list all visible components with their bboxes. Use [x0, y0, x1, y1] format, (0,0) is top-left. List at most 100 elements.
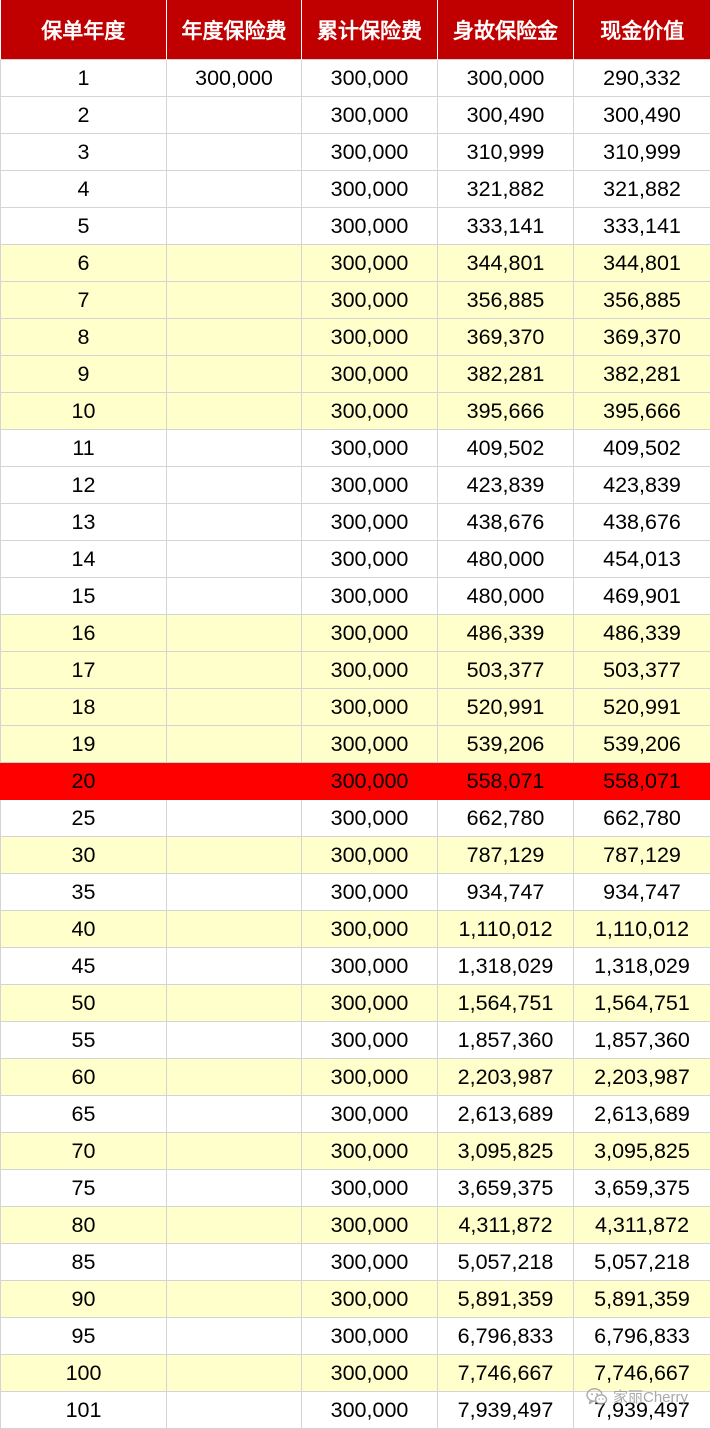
cell-policy-year: 12	[0, 466, 167, 504]
table-row: 80 300,000 4,311,872 4,311,872	[0, 1206, 710, 1244]
cell-policy-year: 55	[0, 1021, 167, 1059]
table-row: 12 300,000 423,839 423,839	[0, 466, 710, 504]
cell-cash-value: 2,203,987	[573, 1058, 710, 1096]
table-row: 18 300,000 520,991 520,991	[0, 688, 710, 726]
cell-annual-premium	[166, 466, 302, 504]
cell-death-benefit: 300,490	[437, 96, 574, 134]
cell-death-benefit: 2,203,987	[437, 1058, 574, 1096]
cell-cash-value: 290,332	[573, 59, 710, 97]
cell-cash-value: 409,502	[573, 429, 710, 467]
cell-cumulative-premium: 300,000	[301, 503, 438, 541]
cell-cash-value: 382,281	[573, 355, 710, 393]
cell-policy-year: 100	[0, 1354, 167, 1392]
cell-death-benefit: 558,071	[437, 762, 574, 800]
cell-policy-year: 35	[0, 873, 167, 911]
cell-policy-year: 7	[0, 281, 167, 319]
table-row: 101 300,000 7,939,497 7,939,497	[0, 1391, 710, 1429]
cell-cash-value: 356,885	[573, 281, 710, 319]
cell-policy-year: 95	[0, 1317, 167, 1355]
table-row: 45 300,000 1,318,029 1,318,029	[0, 947, 710, 985]
cell-cash-value: 469,901	[573, 577, 710, 615]
cell-policy-year: 3	[0, 133, 167, 171]
cell-annual-premium	[166, 1391, 302, 1429]
cell-cash-value: 344,801	[573, 244, 710, 282]
cell-cumulative-premium: 300,000	[301, 1095, 438, 1133]
cell-cash-value: 5,057,218	[573, 1243, 710, 1281]
cell-cumulative-premium: 300,000	[301, 1354, 438, 1392]
cell-policy-year: 14	[0, 540, 167, 578]
cell-cumulative-premium: 300,000	[301, 577, 438, 615]
table-row: 5 300,000 333,141 333,141	[0, 207, 710, 245]
cell-annual-premium: 300,000	[166, 59, 302, 97]
table-row: 40 300,000 1,110,012 1,110,012	[0, 910, 710, 948]
cell-annual-premium	[166, 355, 302, 393]
cell-death-benefit: 3,659,375	[437, 1169, 574, 1207]
cell-policy-year: 11	[0, 429, 167, 467]
cell-death-benefit: 1,110,012	[437, 910, 574, 948]
table-body: 1 300,000 300,000 300,000 290,332 2 300,000 300…	[0, 59, 710, 1429]
cell-policy-year: 90	[0, 1280, 167, 1318]
cell-annual-premium	[166, 688, 302, 726]
cell-cash-value: 333,141	[573, 207, 710, 245]
cell-cash-value: 2,613,689	[573, 1095, 710, 1133]
cell-cash-value: 4,311,872	[573, 1206, 710, 1244]
cell-policy-year: 17	[0, 651, 167, 689]
cell-cash-value: 3,659,375	[573, 1169, 710, 1207]
cell-cumulative-premium: 300,000	[301, 207, 438, 245]
cell-death-benefit: 2,613,689	[437, 1095, 574, 1133]
table-row: 30 300,000 787,129 787,129	[0, 836, 710, 874]
cell-annual-premium	[166, 281, 302, 319]
cell-annual-premium	[166, 836, 302, 874]
table-row: 17 300,000 503,377 503,377	[0, 651, 710, 689]
cell-annual-premium	[166, 651, 302, 689]
cell-policy-year: 85	[0, 1243, 167, 1281]
cell-cash-value: 395,666	[573, 392, 710, 430]
cell-policy-year: 8	[0, 318, 167, 356]
cell-annual-premium	[166, 392, 302, 430]
table-row: 55 300,000 1,857,360 1,857,360	[0, 1021, 710, 1059]
cell-death-benefit: 486,339	[437, 614, 574, 652]
table-row: 95 300,000 6,796,833 6,796,833	[0, 1317, 710, 1355]
cell-annual-premium	[166, 244, 302, 282]
cell-annual-premium	[166, 1132, 302, 1170]
cell-cumulative-premium: 300,000	[301, 1021, 438, 1059]
cell-annual-premium	[166, 1243, 302, 1281]
cell-annual-premium	[166, 1206, 302, 1244]
cell-policy-year: 4	[0, 170, 167, 208]
cell-death-benefit: 3,095,825	[437, 1132, 574, 1170]
cell-cash-value: 1,564,751	[573, 984, 710, 1022]
cell-death-benefit: 5,057,218	[437, 1243, 574, 1281]
cell-cash-value: 558,071	[573, 762, 710, 800]
cell-policy-year: 19	[0, 725, 167, 763]
cell-death-benefit: 480,000	[437, 540, 574, 578]
cell-policy-year: 15	[0, 577, 167, 615]
cell-policy-year: 65	[0, 1095, 167, 1133]
cell-annual-premium	[166, 1169, 302, 1207]
cell-annual-premium	[166, 873, 302, 911]
table-row: 3 300,000 310,999 310,999	[0, 133, 710, 171]
cell-death-benefit: 395,666	[437, 392, 574, 430]
cell-policy-year: 13	[0, 503, 167, 541]
cell-policy-year: 18	[0, 688, 167, 726]
cell-cumulative-premium: 300,000	[301, 947, 438, 985]
cell-annual-premium	[166, 1095, 302, 1133]
cell-death-benefit: 1,564,751	[437, 984, 574, 1022]
table-row: 13 300,000 438,676 438,676	[0, 503, 710, 541]
cell-cumulative-premium: 300,000	[301, 984, 438, 1022]
cell-death-benefit: 7,939,497	[437, 1391, 574, 1429]
cell-cash-value: 520,991	[573, 688, 710, 726]
cell-cumulative-premium: 300,000	[301, 651, 438, 689]
cell-policy-year: 101	[0, 1391, 167, 1429]
cell-death-benefit: 1,857,360	[437, 1021, 574, 1059]
cell-cash-value: 321,882	[573, 170, 710, 208]
cell-cash-value: 7,746,667	[573, 1354, 710, 1392]
header-death-benefit: 身故保险金	[437, 0, 574, 60]
cell-cash-value: 662,780	[573, 799, 710, 837]
table-row: 9 300,000 382,281 382,281	[0, 355, 710, 393]
cell-annual-premium	[166, 1354, 302, 1392]
cell-policy-year: 10	[0, 392, 167, 430]
cell-cash-value: 423,839	[573, 466, 710, 504]
table-row: 2 300,000 300,490 300,490	[0, 96, 710, 134]
cell-annual-premium	[166, 577, 302, 615]
cell-cash-value: 503,377	[573, 651, 710, 689]
